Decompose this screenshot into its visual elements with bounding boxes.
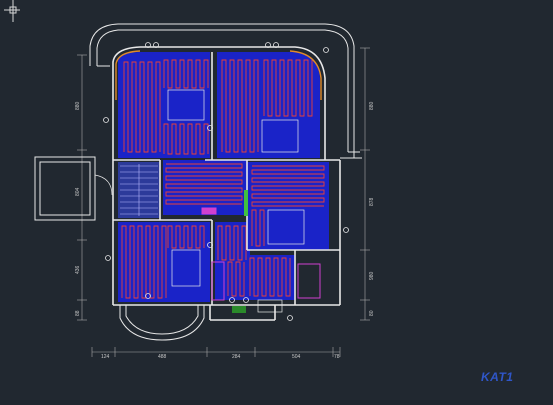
dim-right-2: 878 [369,197,375,206]
ucs-axis-icon [4,0,20,22]
dim-bottom-2: 488 [158,354,167,360]
dimension-texts-right: 880 878 980 80 [369,101,375,316]
dim-right-1: 880 [369,101,375,110]
dim-left-3: 436 [75,265,81,274]
dimension-texts-bottom: 124 488 284 504 78 [101,354,340,360]
dim-bottom-1: 124 [101,354,110,360]
valve-marker [244,190,248,216]
dim-right-4: 80 [369,310,375,316]
dim-bottom-3: 284 [232,354,241,360]
dim-left-2: 804 [75,187,81,196]
dimension-texts-left: 880 804 436 88 [75,101,81,316]
dim-left-1: 880 [75,101,81,110]
dim-bottom-4: 504 [292,354,301,360]
staircase [118,162,160,218]
dim-right-3: 980 [369,271,375,280]
drawing-stamp: KAT1 [481,370,514,384]
entrance-porch [34,156,113,221]
dim-bottom-5: 78 [334,354,340,360]
bay-window [119,305,205,341]
floor-plan: 124 488 284 504 78 880 804 436 88 880 87… [4,0,375,360]
dim-left-4: 88 [75,310,81,316]
cad-drawing-canvas[interactable]: 124 488 284 504 78 880 804 436 88 880 87… [0,0,553,400]
bathroom-fixture [232,306,246,313]
